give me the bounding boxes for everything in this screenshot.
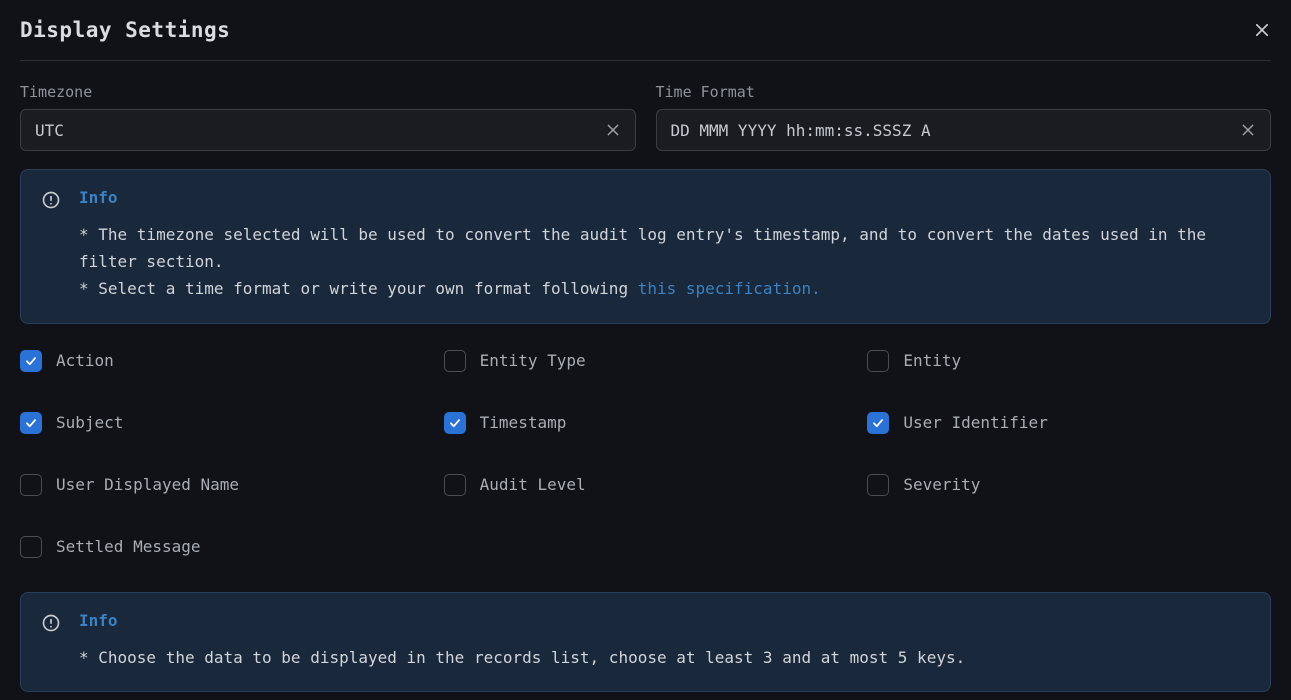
checkbox-label: Audit Level — [480, 475, 586, 494]
checkbox-user-displayed-name[interactable] — [20, 474, 42, 496]
checkbox-action[interactable] — [20, 350, 42, 372]
checkbox-entity[interactable] — [867, 350, 889, 372]
timeformat-clear-icon[interactable] — [1240, 122, 1256, 138]
timeformat-field: Time Format DD MMM YYYY hh:mm:ss.SSSZ A — [656, 83, 1272, 151]
info-body: * Choose the data to be displayed in the… — [79, 644, 1250, 671]
column-toggle-action: Action — [20, 350, 424, 372]
checkbox-label: Entity — [903, 351, 961, 370]
info-content: Info * The timezone selected will be use… — [79, 188, 1250, 303]
info-box-columns: Info * Choose the data to be displayed i… — [20, 592, 1271, 692]
column-toggle-audit-level: Audit Level — [444, 474, 848, 496]
column-toggle-entity-type: Entity Type — [444, 350, 848, 372]
checkbox-label: Timestamp — [480, 413, 567, 432]
checkbox-user-identifier[interactable] — [867, 412, 889, 434]
checkbox-label: User Identifier — [903, 413, 1048, 432]
info-body: * The timezone selected will be used to … — [79, 221, 1250, 303]
spec-link[interactable]: this specification. — [638, 279, 821, 298]
checkbox-label: Subject — [56, 413, 123, 432]
column-toggle-user-identifier: User Identifier — [867, 412, 1271, 434]
close-icon[interactable] — [1253, 21, 1271, 39]
info-icon — [41, 613, 61, 633]
timeformat-label: Time Format — [656, 83, 1272, 101]
column-toggle-settled-message: Settled Message — [20, 536, 424, 558]
timezone-label: Timezone — [20, 83, 636, 101]
info-box-timezone: Info * The timezone selected will be use… — [20, 169, 1271, 324]
info-line-1: * The timezone selected will be used to … — [79, 225, 1206, 271]
checkbox-subject[interactable] — [20, 412, 42, 434]
info-title: Info — [79, 611, 1250, 630]
checkbox-label: Settled Message — [56, 537, 201, 556]
info-title: Info — [79, 188, 1250, 207]
timeformat-select[interactable]: DD MMM YYYY hh:mm:ss.SSSZ A — [656, 109, 1272, 151]
selects-row: Timezone UTC Time Format DD MMM YYYY hh:… — [20, 83, 1271, 151]
column-toggle-severity: Severity — [867, 474, 1271, 496]
modal-title: Display Settings — [20, 18, 230, 42]
checkbox-label: User Displayed Name — [56, 475, 239, 494]
info-icon — [41, 190, 61, 210]
timezone-select[interactable]: UTC — [20, 109, 636, 151]
checkbox-timestamp[interactable] — [444, 412, 466, 434]
column-toggle-subject: Subject — [20, 412, 424, 434]
column-toggle-user-displayed-name: User Displayed Name — [20, 474, 424, 496]
checkbox-label: Severity — [903, 475, 980, 494]
checkbox-label: Entity Type — [480, 351, 586, 370]
timeformat-value: DD MMM YYYY hh:mm:ss.SSSZ A — [671, 121, 1241, 140]
checkbox-label: Action — [56, 351, 114, 370]
column-toggle-timestamp: Timestamp — [444, 412, 848, 434]
timezone-clear-icon[interactable] — [605, 122, 621, 138]
timezone-field: Timezone UTC — [20, 83, 636, 151]
info-line-2-prefix: * Select a time format or write your own… — [79, 279, 638, 298]
checkbox-settled-message[interactable] — [20, 536, 42, 558]
checkbox-audit-level[interactable] — [444, 474, 466, 496]
modal-header: Display Settings — [20, 18, 1271, 61]
checkbox-entity-type[interactable] — [444, 350, 466, 372]
info-content: Info * Choose the data to be displayed i… — [79, 611, 1250, 671]
timezone-value: UTC — [35, 121, 605, 140]
column-toggle-entity: Entity — [867, 350, 1271, 372]
checkbox-severity[interactable] — [867, 474, 889, 496]
columns-checkbox-grid: Action Entity Type Entity Subject Timestamp U… — [20, 350, 1271, 558]
